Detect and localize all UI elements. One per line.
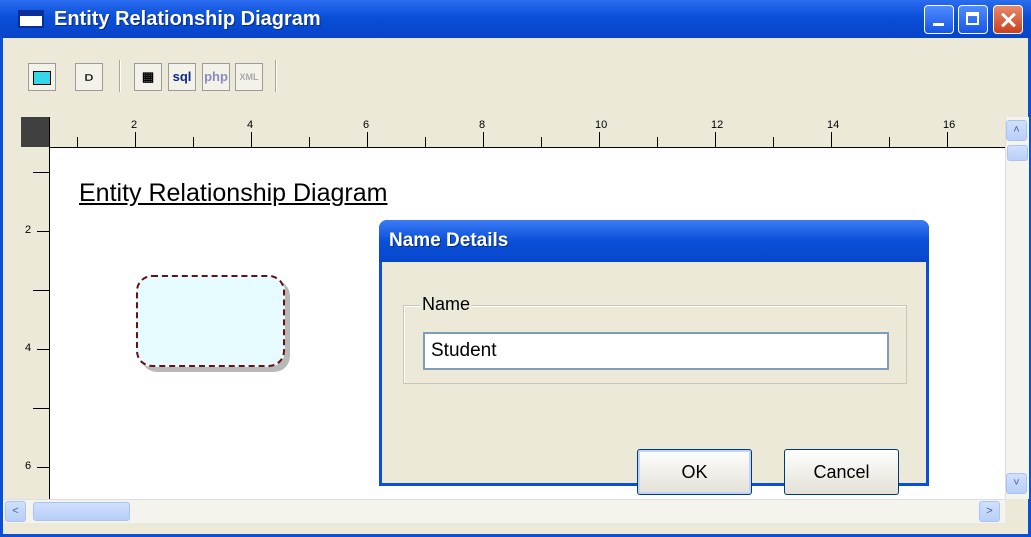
ruler-tick xyxy=(77,137,78,147)
name-input[interactable] xyxy=(423,332,889,370)
ruler-tick xyxy=(773,137,774,147)
vertical-scroll-thumb[interactable] xyxy=(1007,145,1028,161)
ruler-tick xyxy=(367,132,368,147)
toolbar-separator xyxy=(119,60,121,92)
ok-button[interactable]: OK xyxy=(637,449,752,495)
cancel-button[interactable]: Cancel xyxy=(784,449,899,495)
ruler-tick xyxy=(483,132,484,147)
ruler-tick xyxy=(251,132,252,147)
window-title: Entity Relationship Diagram xyxy=(54,8,321,30)
ruler-tick xyxy=(541,137,542,147)
title-bar[interactable]: Entity Relationship Diagram xyxy=(0,0,1031,38)
ruler-tick xyxy=(33,290,49,291)
dialog-title-bar[interactable]: Name Details xyxy=(379,220,929,262)
ruler-corner xyxy=(21,117,49,147)
ruler-tick xyxy=(33,172,49,173)
horizontal-ruler: 2 4 6 8 10 12 14 16 xyxy=(21,117,1005,148)
name-group-label: Name xyxy=(420,294,473,315)
ruler-tick xyxy=(193,137,194,147)
ruler-label: 14 xyxy=(827,119,840,131)
ruler-tick xyxy=(831,132,832,147)
ruler-label: 2 xyxy=(131,119,138,131)
ruler-tick xyxy=(33,408,49,409)
ruler-label: 8 xyxy=(479,119,486,131)
minimize-button[interactable] xyxy=(924,5,954,34)
maximize-button[interactable] xyxy=(958,5,988,34)
php-button[interactable]: php xyxy=(202,63,230,91)
ruler-tick xyxy=(135,132,136,147)
close-button[interactable] xyxy=(993,5,1023,34)
window-icon xyxy=(18,10,44,28)
name-details-dialog: Name Details Name OK Cancel xyxy=(379,220,929,495)
scroll-down-icon[interactable]: ˅ xyxy=(1006,473,1027,494)
ruler-tick xyxy=(425,137,426,147)
ruler-tick xyxy=(309,137,310,147)
ruler-tick xyxy=(37,231,49,232)
scroll-right-icon[interactable]: ˃ xyxy=(979,501,1000,522)
dialog-title: Name Details xyxy=(389,230,509,251)
toolbar: ⫐ ▦ sql php XML xyxy=(3,38,1028,117)
entity-shape[interactable] xyxy=(136,275,285,367)
horizontal-scroll-thumb[interactable] xyxy=(33,502,130,521)
diagram-title[interactable]: Entity Relationship Diagram xyxy=(79,179,387,208)
dialog-body: Name OK Cancel xyxy=(382,262,926,495)
ruler-tick xyxy=(37,349,49,350)
entity-tool-icon[interactable] xyxy=(28,63,56,91)
ruler-tick xyxy=(947,132,948,147)
horizontal-scrollbar[interactable]: ˂ ˃ xyxy=(3,499,1005,523)
xml-button[interactable]: XML xyxy=(235,63,263,91)
ruler-tick xyxy=(715,132,716,147)
ruler-tick xyxy=(37,467,49,468)
sql-button[interactable]: sql xyxy=(168,63,196,91)
grid-tool-icon[interactable]: ▦ xyxy=(134,63,162,91)
ruler-label: 6 xyxy=(25,460,32,472)
vertical-scrollbar[interactable]: ˄ ˅ xyxy=(1005,117,1029,499)
ruler-label: 4 xyxy=(25,342,32,354)
ruler-label: 10 xyxy=(595,119,608,131)
ruler-tick xyxy=(599,132,600,147)
ruler-label: 2 xyxy=(25,224,32,236)
resize-grip-icon[interactable] xyxy=(1005,499,1028,522)
name-group-box: Name xyxy=(403,294,907,384)
ruler-label: 12 xyxy=(711,119,724,131)
ruler-label: 16 xyxy=(943,119,956,131)
ruler-label: 4 xyxy=(247,119,254,131)
ruler-label: 6 xyxy=(363,119,370,131)
scroll-left-icon[interactable]: ˂ xyxy=(5,501,26,522)
app-window: Entity Relationship Diagram ⫐ ▦ sql php … xyxy=(0,0,1031,537)
scroll-up-icon[interactable]: ˄ xyxy=(1006,120,1027,141)
ruler-tick xyxy=(889,137,890,147)
relationship-tool-icon[interactable]: ⫐ xyxy=(75,63,103,91)
vertical-ruler: 2 4 6 xyxy=(21,117,50,499)
ruler-tick xyxy=(657,137,658,147)
toolbar-separator xyxy=(275,60,277,92)
